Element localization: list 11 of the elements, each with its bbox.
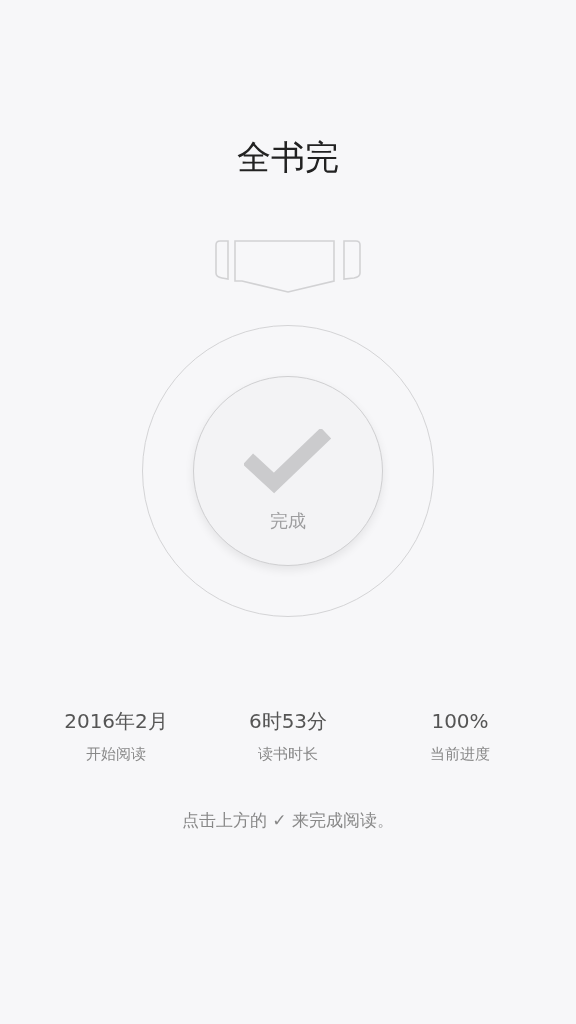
stat-value: 6时53分: [248, 708, 328, 735]
page-title: 全书完: [237, 136, 339, 179]
stat-label: 读书时长: [258, 744, 318, 765]
bookmark-ribbon-icon: [214, 239, 362, 293]
stat-value: 2016年2月: [64, 708, 168, 735]
stat-label: 当前进度: [430, 744, 490, 765]
stat-label: 开始阅读: [86, 744, 146, 765]
checkmark-icon: [244, 429, 332, 495]
stat-value: 100%: [431, 708, 489, 735]
complete-button[interactable]: 完成: [193, 376, 383, 566]
hint-text: 点击上方的 ✓ 来完成阅读。: [181, 809, 395, 832]
